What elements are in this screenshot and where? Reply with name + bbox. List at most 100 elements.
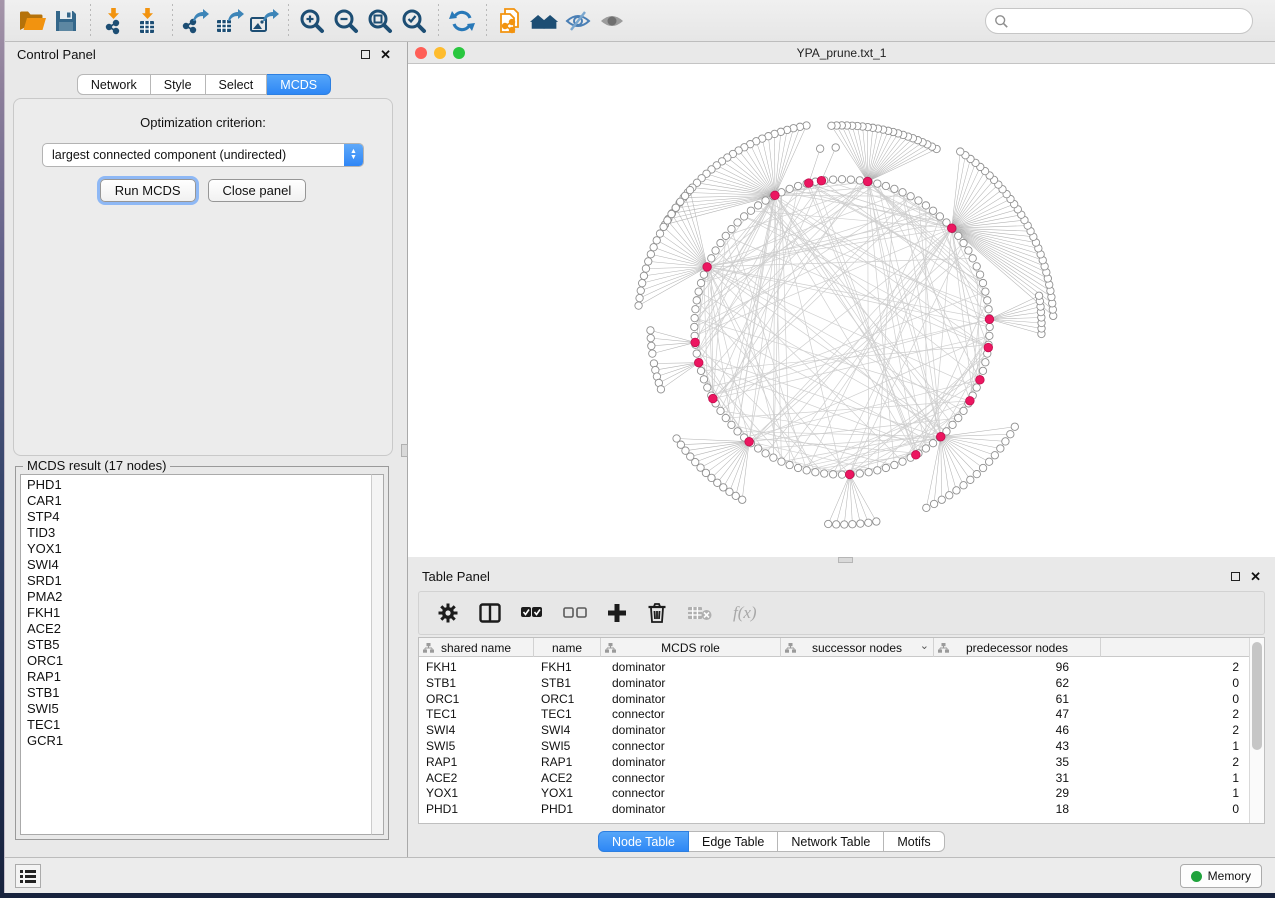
mcds-result-item[interactable]: SWI4 — [27, 557, 371, 573]
mcds-result-item[interactable]: STB1 — [27, 685, 371, 701]
table-toolbar: f(x) — [418, 591, 1265, 635]
neighborhood-icon[interactable] — [527, 4, 561, 38]
table-cell: SWI5 — [541, 738, 570, 754]
table-row[interactable]: YOX1YOX1connector291 — [419, 785, 1249, 801]
zoom-out-icon[interactable] — [329, 4, 363, 38]
mcds-result-item[interactable]: RAP1 — [27, 669, 371, 685]
table-cell: SWI4 — [541, 722, 570, 738]
column-label: name — [552, 641, 582, 655]
mcds-result-item[interactable]: SWI5 — [27, 701, 371, 717]
column-header-shared-name[interactable]: shared name — [419, 638, 534, 657]
close-panel-icon[interactable]: ✕ — [380, 50, 391, 59]
export-table-icon[interactable] — [213, 4, 247, 38]
column-header-MCDS-role[interactable]: MCDS role — [601, 638, 781, 657]
tab-network-table[interactable]: Network Table — [778, 831, 884, 852]
delete-icon[interactable] — [647, 600, 667, 626]
close-table-panel-icon[interactable]: ✕ — [1250, 572, 1261, 581]
tab-edge-table[interactable]: Edge Table — [689, 831, 778, 852]
clone-network-icon[interactable] — [493, 4, 527, 38]
table-cell: FKH1 — [541, 659, 572, 675]
mcds-result-item[interactable]: STB5 — [27, 637, 371, 653]
panel-splitter-handle[interactable] — [401, 444, 408, 457]
column-header-successor-nodes[interactable]: successor nodes⌄ — [781, 638, 934, 657]
tab-network[interactable]: Network — [77, 74, 151, 95]
tab-style[interactable]: Style — [151, 74, 206, 95]
float-panel-icon[interactable] — [361, 50, 370, 59]
table-row[interactable]: ORC1ORC1dominator610 — [419, 691, 1249, 707]
mcds-result-item[interactable]: PHD1 — [27, 477, 371, 493]
sort-indicator-icon[interactable]: ⌄ — [920, 639, 929, 652]
tab-mcds[interactable]: MCDS — [267, 74, 331, 95]
table-cell: 0 — [1232, 675, 1239, 691]
mcds-result-item[interactable]: ACE2 — [27, 621, 371, 637]
show-details-icon[interactable] — [595, 4, 629, 38]
task-history-button[interactable] — [15, 864, 41, 888]
import-table-icon[interactable] — [131, 4, 165, 38]
float-table-panel-icon[interactable] — [1231, 572, 1240, 581]
table-cell: SWI4 — [426, 722, 455, 738]
control-panel-tabs: NetworkStyleSelectMCDS — [5, 74, 403, 95]
refresh-icon[interactable] — [445, 4, 479, 38]
table-cell: PHD1 — [426, 801, 458, 817]
tab-motifs[interactable]: Motifs — [884, 831, 944, 852]
deselect-all-icon[interactable] — [563, 600, 587, 626]
mcds-result-item[interactable]: YOX1 — [27, 541, 371, 557]
close-panel-button[interactable]: Close panel — [208, 179, 307, 202]
select-stepper-icon: ▲▼ — [344, 144, 363, 166]
table-row[interactable]: SWI5SWI5connector431 — [419, 738, 1249, 754]
save-session-icon[interactable] — [49, 4, 83, 38]
table-scrollbar[interactable] — [1249, 638, 1264, 823]
mcds-result-item[interactable]: TEC1 — [27, 717, 371, 733]
mcds-result-item[interactable]: GCR1 — [27, 733, 371, 749]
network-graph[interactable] — [408, 64, 1275, 557]
mcds-panel: Optimization criterion: largest connecte… — [13, 98, 393, 456]
open-file-icon[interactable] — [15, 4, 49, 38]
control-panel: Control Panel ✕ NetworkStyleSelectMCDS O… — [5, 42, 403, 857]
table-row[interactable]: RAP1RAP1dominator352 — [419, 754, 1249, 770]
mcds-result-item[interactable]: STP4 — [27, 509, 371, 525]
table-row[interactable]: PHD1PHD1dominator180 — [419, 801, 1249, 817]
mcds-result-item[interactable]: CAR1 — [27, 493, 371, 509]
table-cell: dominator — [612, 675, 665, 691]
namespace-tree-icon — [423, 642, 434, 656]
criterion-select[interactable]: largest connected component (undirected)… — [42, 143, 364, 167]
hide-details-icon[interactable] — [561, 4, 595, 38]
export-image-icon[interactable] — [247, 4, 281, 38]
mcds-result-item[interactable]: ORC1 — [27, 653, 371, 669]
column-header-predecessor-nodes[interactable]: predecessor nodes — [934, 638, 1101, 657]
table-cell: SWI5 — [426, 738, 455, 754]
table-row[interactable]: TEC1TEC1connector472 — [419, 706, 1249, 722]
tab-select[interactable]: Select — [206, 74, 268, 95]
mcds-result-item[interactable]: TID3 — [27, 525, 371, 541]
criterion-selected-value: largest connected component (undirected) — [43, 148, 344, 162]
tab-node-table[interactable]: Node Table — [598, 831, 689, 852]
run-mcds-button[interactable]: Run MCDS — [100, 179, 196, 202]
table-row[interactable]: FKH1FKH1dominator962 — [419, 659, 1249, 675]
columns-icon[interactable] — [479, 600, 501, 626]
network-view[interactable] — [408, 64, 1275, 557]
column-header-name[interactable]: name — [534, 638, 601, 657]
mcds-result-item[interactable]: SRD1 — [27, 573, 371, 589]
add-icon[interactable] — [607, 600, 627, 626]
table-tabs: Node TableEdge TableNetwork TableMotifs — [598, 831, 945, 852]
gear-icon[interactable] — [437, 600, 459, 626]
table-row[interactable]: STB1STB1dominator620 — [419, 675, 1249, 691]
table-scrollbar-thumb[interactable] — [1252, 642, 1262, 750]
export-network-icon[interactable] — [179, 4, 213, 38]
zoom-in-icon[interactable] — [295, 4, 329, 38]
import-network-icon[interactable] — [97, 4, 131, 38]
mcds-result-scrollbar[interactable] — [371, 474, 384, 835]
memory-button[interactable]: Memory — [1180, 864, 1262, 888]
search-input[interactable] — [1009, 11, 1252, 31]
mcds-result-item[interactable]: PMA2 — [27, 589, 371, 605]
table-cell: ORC1 — [541, 691, 574, 707]
zoom-selected-icon[interactable] — [397, 4, 431, 38]
table-row[interactable]: SWI4SWI4dominator462 — [419, 722, 1249, 738]
search-box[interactable] — [985, 8, 1253, 34]
table-cell: RAP1 — [541, 754, 572, 770]
mcds-result-list[interactable]: PHD1CAR1STP4TID3YOX1SWI4SRD1PMA2FKH1ACE2… — [20, 474, 371, 835]
mcds-result-item[interactable]: FKH1 — [27, 605, 371, 621]
table-row[interactable]: ACE2ACE2connector311 — [419, 770, 1249, 786]
select-all-icon[interactable] — [521, 600, 543, 626]
zoom-fit-icon[interactable] — [363, 4, 397, 38]
